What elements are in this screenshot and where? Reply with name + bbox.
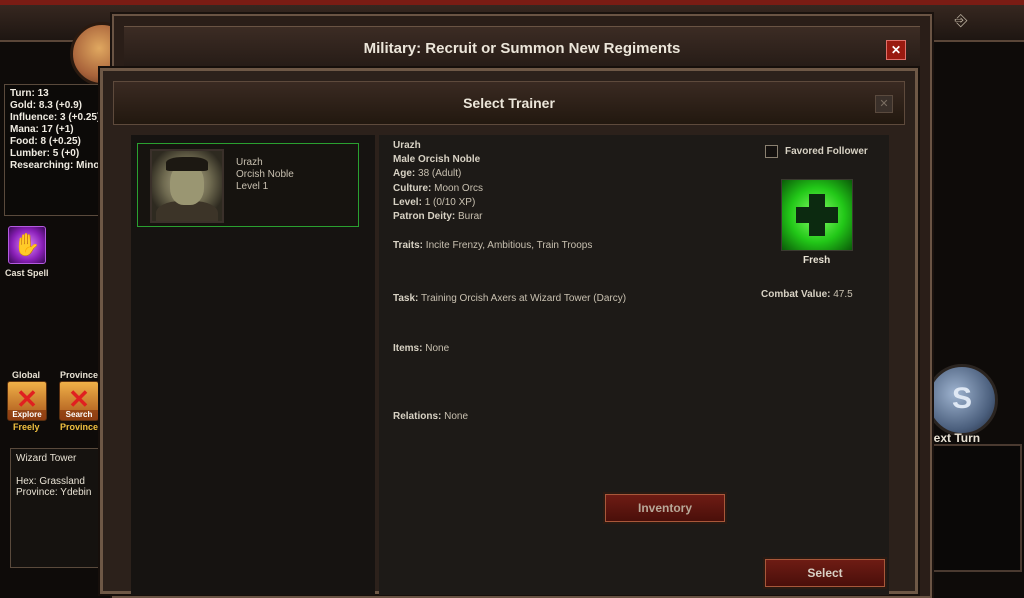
stat-turn: Turn: 13 — [10, 88, 49, 99]
detail-task: Task: Training Orcish Axers at Wizard To… — [393, 293, 627, 304]
next-turn-label[interactable]: Next Turn — [925, 431, 980, 445]
explore-sub-label: Freely — [13, 422, 40, 432]
exit-icon[interactable]: ⎆ — [950, 10, 972, 32]
detail-deity: Patron Deity: Burar — [393, 211, 483, 222]
trainer-portrait — [150, 149, 224, 223]
favored-follower-label[interactable]: Favored Follower — [785, 146, 868, 157]
detail-traits: Traits: Incite Frenzy, Ambitious, Train … — [393, 240, 593, 251]
close-icon[interactable]: ✕ — [875, 95, 893, 113]
trainer-class: Orcish Noble — [236, 169, 294, 180]
cast-spell-icon[interactable]: ✋ — [8, 226, 46, 264]
explore-caption: Explore — [8, 410, 46, 420]
detail-age: Age: 38 (Adult) — [393, 168, 462, 179]
province-label: Province — [60, 370, 99, 380]
explore-freely-button[interactable]: ✕ Explore — [7, 381, 47, 421]
stat-lumber: Lumber: 5 (+0) — [10, 148, 80, 159]
stats-panel: Turn: 13 Gold: 8.3 (+0.9) Influence: 3 (… — [4, 84, 106, 216]
stat-researching: Researching: Mino — [10, 160, 100, 171]
stat-gold: Gold: 8.3 (+0.9) — [10, 100, 82, 111]
combat-value: Combat Value: 47.5 — [761, 289, 853, 300]
stat-food: Food: 8 (+0.25) — [10, 136, 81, 147]
list-item[interactable]: Urazh Orcish Noble Level 1 — [137, 143, 359, 227]
status-label: Fresh — [803, 255, 831, 266]
trainer-level: Level 1 — [236, 181, 269, 192]
recruit-dialog-title: Military: Recruit or Summon New Regiment… — [124, 26, 920, 72]
location-info-panel: Wizard Tower Hex: Grassland Province: Yd… — [10, 448, 102, 568]
fresh-status-icon — [781, 179, 853, 251]
detail-items: Items: None — [393, 343, 450, 354]
search-sub-label: Province — [60, 422, 99, 432]
detail-type: Male Orcish Noble — [393, 154, 481, 165]
cast-spell-label: Cast Spell — [5, 268, 49, 278]
detail-level: Level: 1 (0/10 XP) — [393, 197, 476, 208]
detail-culture: Culture: Moon Orcs — [393, 183, 484, 194]
minimap-panel — [928, 444, 1022, 572]
global-label: Global — [12, 370, 41, 380]
search-province-button[interactable]: ✕ Search — [59, 381, 99, 421]
search-caption: Search — [60, 410, 98, 420]
select-trainer-title: Select Trainer — [113, 81, 905, 125]
favored-follower-checkbox[interactable] — [765, 145, 778, 158]
close-icon[interactable]: ✕ — [886, 40, 906, 60]
select-button[interactable]: Select — [765, 559, 885, 587]
select-trainer-dialog: Select Trainer ✕ Urazh Orcish Noble Leve… — [100, 68, 918, 595]
stat-influence: Influence: 3 (+0.25) — [10, 112, 101, 123]
trainer-details: Urazh Male Orcish Noble Age: 38 (Adult) … — [379, 135, 889, 595]
location-province: Province: Ydebin — [16, 487, 92, 498]
trainer-list: Urazh Orcish Noble Level 1 — [131, 135, 375, 595]
next-turn-icon[interactable]: S — [926, 364, 998, 436]
inventory-button[interactable]: Inventory — [605, 494, 725, 522]
trainer-name: Urazh — [236, 157, 263, 168]
location-name: Wizard Tower — [16, 453, 77, 464]
detail-name: Urazh — [393, 140, 421, 151]
top-accent-line — [0, 0, 1024, 5]
detail-relations: Relations: None — [393, 411, 469, 422]
location-hex: Hex: Grassland — [16, 476, 85, 487]
stat-mana: Mana: 17 (+1) — [10, 124, 74, 135]
